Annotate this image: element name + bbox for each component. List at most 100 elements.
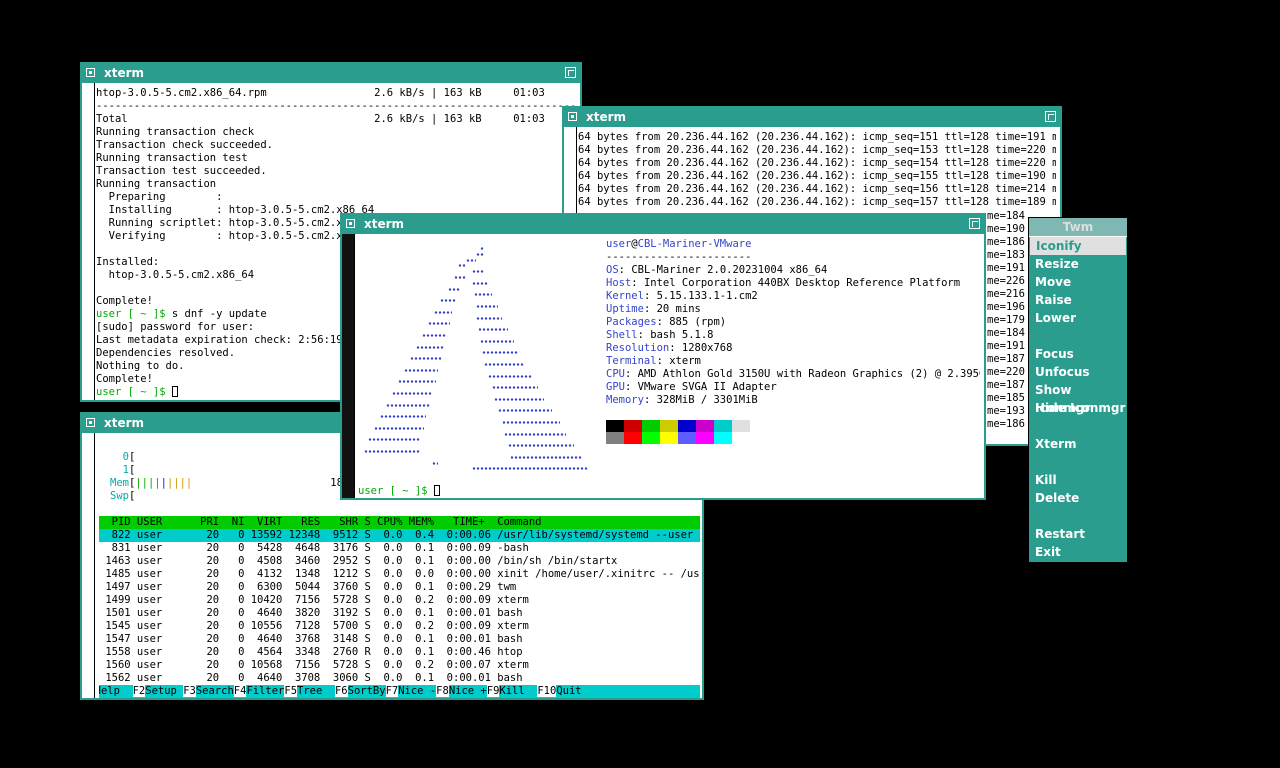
iconify-icon[interactable] <box>568 112 577 121</box>
process-row[interactable]: 831 user 20 0 5428 4648 3176 S 0.0 0.1 0… <box>99 542 700 555</box>
info-line: GPU: VMware SVGA II Adapter <box>606 381 777 393</box>
process-row[interactable]: 1499 user 20 0 10420 7156 5728 S 0.0 0.2… <box>99 594 700 607</box>
fkey-label[interactable]: Setup <box>145 685 183 697</box>
fkey-label[interactable]: Tree <box>297 685 335 697</box>
menu-item-focus[interactable]: Focus <box>1029 345 1127 363</box>
scrollbar[interactable] <box>342 234 355 498</box>
info-key: Kernel <box>606 290 644 302</box>
cursor <box>433 485 440 496</box>
iconify-icon[interactable] <box>86 68 95 77</box>
process-row[interactable]: 1485 user 20 0 4132 1348 1212 S 0.0 0.0 … <box>99 568 700 581</box>
resize-icon[interactable] <box>1045 111 1056 122</box>
prompt-line[interactable]: user [ ~ ]$ <box>358 485 440 498</box>
ping-line: 64 bytes from 20.236.44.162 (20.236.44.1… <box>578 196 1056 208</box>
menu-item-iconify[interactable]: Iconify <box>1030 237 1126 255</box>
menu-separator <box>1029 327 1127 345</box>
process-row[interactable]: 1558 user 20 0 4564 3348 2760 R 0.0 0.1 … <box>99 646 700 659</box>
art-dots <box>416 345 444 349</box>
ping-line-tail: me=186 <box>987 236 1025 248</box>
menu-item-unfocus[interactable]: Unfocus <box>1029 363 1127 381</box>
ping-line-tail: me=196 <box>987 301 1025 313</box>
menu-item-restart[interactable]: Restart <box>1029 525 1127 543</box>
fkey-label[interactable]: Nice - <box>398 685 436 697</box>
twm-menu[interactable]: Twm Iconify Resize Move Raise Lower Focus Unfo… <box>1028 217 1128 563</box>
cursor <box>171 386 178 397</box>
menu-item-show-iconmgr[interactable]: Show Iconmgr <box>1029 381 1127 415</box>
process-row[interactable]: 1463 user 20 0 4508 3460 2952 S 0.0 0.1 … <box>99 555 700 568</box>
process-table-header[interactable]: PID USER PRI NI VIRT RES SHR S CPU% MEM%… <box>99 516 700 529</box>
fkey-number[interactable]: F10 <box>537 685 557 697</box>
xterm-window-neofetch[interactable]: xterm user@CBL-Mariner-VMware -----------… <box>340 213 986 500</box>
menu-item-hide-iconmgr[interactable]: Hide Iconmgr <box>1029 399 1127 417</box>
menu-separator <box>1029 507 1127 525</box>
art-dots <box>478 328 508 332</box>
menu-item-exit[interactable]: Exit <box>1029 543 1127 561</box>
title-bar[interactable]: xterm <box>342 215 984 234</box>
fkey-label[interactable]: Filter <box>246 685 284 697</box>
resize-icon[interactable] <box>565 67 576 78</box>
palette-swatch <box>642 432 660 444</box>
fkey-number[interactable]: F4 <box>233 685 247 697</box>
iconify-icon[interactable] <box>86 418 95 427</box>
menu-item-xterm[interactable]: Xterm <box>1029 435 1127 453</box>
fkey-number[interactable]: F6 <box>334 685 348 697</box>
art-dots <box>392 392 432 395</box>
process-row[interactable]: 822 user 20 0 13592 12348 9512 S 0.0 0.4… <box>99 529 700 542</box>
process-row[interactable]: 1501 user 20 0 4640 3820 3192 S 0.0 0.1 … <box>99 607 700 620</box>
info-line: Packages: 885 (rpm) <box>606 316 727 328</box>
fkey-number[interactable]: F2 <box>132 685 146 697</box>
menu-item-resize[interactable]: Resize <box>1029 255 1127 273</box>
title-bar[interactable]: xterm <box>82 64 580 83</box>
art-dots <box>484 363 524 366</box>
art-dots <box>510 455 582 459</box>
process-row[interactable]: 1497 user 20 0 6300 5044 3760 S 0.0 0.1 … <box>99 581 700 594</box>
art-dots <box>508 444 574 448</box>
menu-item-delete[interactable]: Delete <box>1029 489 1127 507</box>
fkey-label[interactable]: Help <box>99 685 133 697</box>
process-row[interactable]: 1547 user 20 0 4640 3768 3148 S 0.0 0.1 … <box>99 633 700 646</box>
art-dots <box>404 368 438 372</box>
ping-line-tail: me=184 <box>987 210 1025 222</box>
process-row[interactable]: 1560 user 20 0 10568 7156 5728 S 0.0 0.2… <box>99 659 700 672</box>
info-value: 5.15.133.1-1.cm2 <box>656 290 758 302</box>
meter-label: Mem <box>110 477 129 489</box>
menu-item-raise[interactable]: Raise <box>1029 291 1127 309</box>
process-row[interactable]: 1545 user 20 0 10556 7128 5700 S 0.0 0.2… <box>99 620 700 633</box>
scrollbar[interactable] <box>82 83 95 400</box>
info-value: Intel Corporation 440BX Desktop Referenc… <box>643 277 961 289</box>
ping-line: 64 bytes from 20.236.44.162 (20.236.44.1… <box>578 157 1056 169</box>
info-key: OS <box>606 264 619 276</box>
iconify-icon[interactable] <box>346 219 355 228</box>
info-key: Host <box>606 277 632 289</box>
title-bar[interactable]: xterm <box>564 108 1060 127</box>
art-dots <box>482 351 518 355</box>
fkey-number[interactable]: F7 <box>385 685 399 697</box>
info-key: Shell <box>606 329 638 341</box>
fkey-label[interactable]: Kill <box>499 685 537 697</box>
fkey-number[interactable]: F5 <box>284 685 298 697</box>
scrollbar[interactable] <box>82 433 95 698</box>
fkey-label[interactable]: Search <box>196 685 234 697</box>
process-row[interactable]: 1562 user 20 0 4640 3708 3060 S 0.0 0.1 … <box>99 672 700 685</box>
fkey-label[interactable]: Nice + <box>449 685 487 697</box>
info-value: AMD Athlon Gold 3150U with Radeon Graphi… <box>637 368 980 380</box>
username: user <box>606 238 632 250</box>
menu-item-lower[interactable]: Lower <box>1029 309 1127 327</box>
art-dots <box>472 270 484 274</box>
fkey-number[interactable]: F8 <box>436 685 449 697</box>
ping-line-tail: me=187 <box>987 379 1025 391</box>
menu-item-move[interactable]: Move <box>1029 273 1127 291</box>
info-key: Resolution <box>606 342 670 354</box>
art-dots <box>498 409 552 413</box>
resize-icon[interactable] <box>969 218 980 229</box>
fkey-label[interactable]: SortBy <box>348 685 386 697</box>
fkey-label[interactable]: Quit <box>556 685 594 697</box>
menu-item-kill[interactable]: Kill <box>1029 471 1127 489</box>
fkey-number[interactable]: F3 <box>183 685 196 697</box>
meter-label: 1 <box>122 464 129 476</box>
ping-line: 64 bytes from 20.236.44.162 (20.236.44.1… <box>578 170 1056 182</box>
fkey-number[interactable]: F9 <box>486 685 500 697</box>
palette-swatch <box>624 432 642 444</box>
ping-line-tail: me=191 <box>987 340 1025 352</box>
terminal-output[interactable]: 64 bytes from 20.236.44.162 (20.236.44.1… <box>578 131 1056 209</box>
